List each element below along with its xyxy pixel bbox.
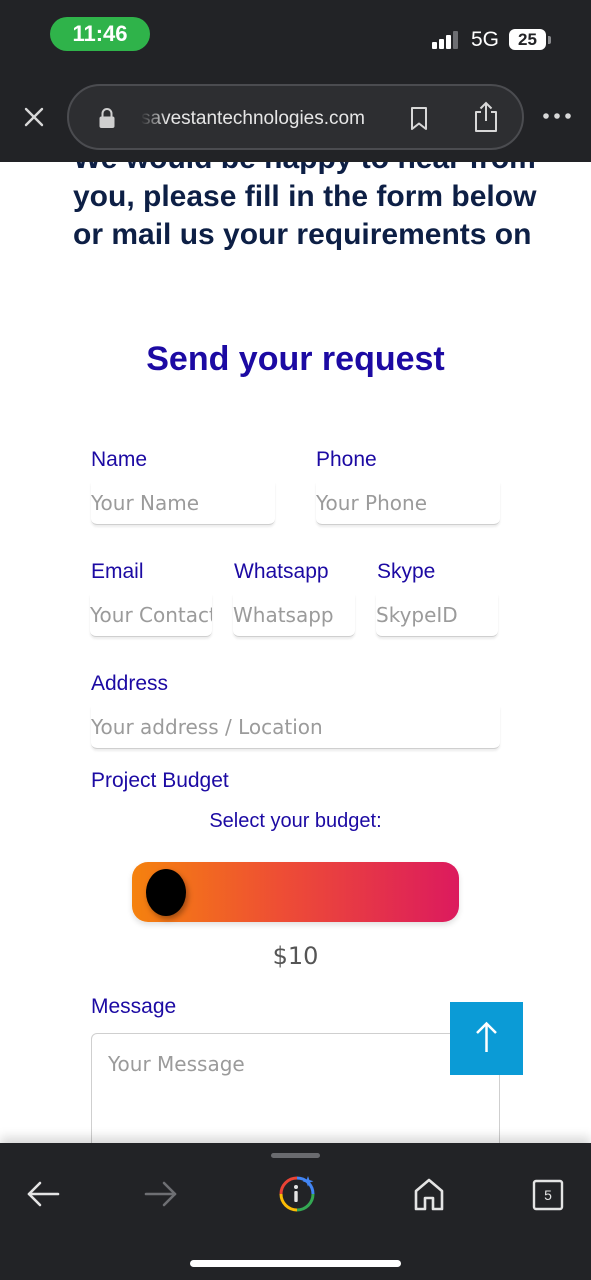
intro-line-2: you, please fill in the form below <box>73 180 537 213</box>
address-label: Address <box>91 672 169 695</box>
project-budget-label: Project Budget <box>91 769 229 792</box>
share-icon[interactable] <box>472 100 500 134</box>
email-label: Email <box>91 560 144 583</box>
more-icon[interactable] <box>542 108 572 124</box>
budget-value: $10 <box>272 942 319 970</box>
tab-count: 5 <box>544 1187 552 1203</box>
url-fade <box>141 105 167 133</box>
budget-slider[interactable] <box>132 862 459 922</box>
battery-tip <box>548 36 551 44</box>
whatsapp-input[interactable] <box>233 594 355 637</box>
forward-arrow-icon <box>144 1181 177 1207</box>
whatsapp-label: Whatsapp <box>234 560 329 583</box>
bookmark-icon[interactable] <box>409 106 429 132</box>
budget-hint: Select your budget: <box>209 810 382 832</box>
google-lens-button[interactable] <box>278 1175 316 1217</box>
battery-icon: 25 <box>509 29 546 50</box>
back-button[interactable] <box>24 1177 62 1215</box>
intro-line-3: or mail us your requirements on <box>73 218 532 251</box>
phone-label: Phone <box>316 448 377 471</box>
browser-bottom-toolbar: 5 <box>0 1143 591 1280</box>
signal-icon <box>432 31 462 49</box>
skype-input[interactable] <box>376 594 498 637</box>
arrow-up-icon <box>476 1021 497 1052</box>
name-label: Name <box>91 448 148 471</box>
scroll-to-top-button[interactable] <box>450 1002 523 1075</box>
network-type: 5G <box>471 28 500 51</box>
home-button[interactable] <box>412 1176 446 1216</box>
name-input[interactable] <box>91 482 275 525</box>
skype-label: Skype <box>377 560 436 583</box>
grab-handle[interactable] <box>271 1153 320 1158</box>
close-tab-button[interactable] <box>20 103 48 131</box>
email-input[interactable] <box>90 594 212 637</box>
close-icon <box>24 107 44 127</box>
budget-slider-thumb[interactable] <box>146 869 186 916</box>
home-indicator <box>190 1260 401 1267</box>
form-title: Send your request <box>146 340 445 378</box>
home-icon <box>414 1178 444 1211</box>
message-label: Message <box>91 995 177 1018</box>
status-time: 11:46 <box>50 17 150 51</box>
back-arrow-icon <box>27 1181 60 1207</box>
browser-top-bar: 11:46 5G 25 savestantechnologies.com <box>0 0 591 162</box>
phone-input[interactable] <box>316 482 500 525</box>
address-input[interactable] <box>91 706 500 749</box>
forward-button[interactable] <box>142 1177 180 1215</box>
google-lens-icon <box>279 1176 315 1212</box>
address-bar[interactable]: savestantechnologies.com <box>67 84 524 150</box>
url-text[interactable]: savestantechnologies.com <box>141 105 386 133</box>
tabs-button[interactable]: 5 <box>532 1179 564 1211</box>
lock-icon <box>98 107 116 129</box>
